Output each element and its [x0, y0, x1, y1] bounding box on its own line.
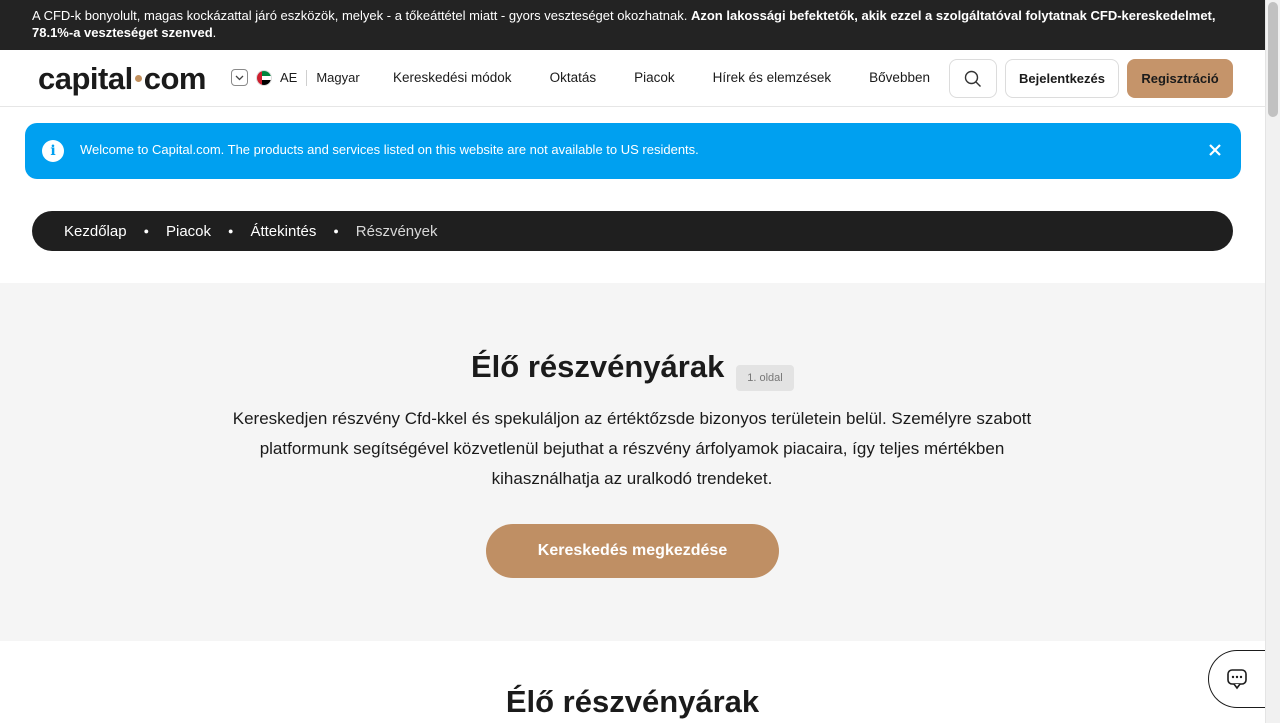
site-header: capital com AE Magyar Kereskedési módok O… [0, 50, 1265, 107]
nav-item-more[interactable]: Bővebben [869, 70, 930, 85]
capital-logo[interactable]: capital com [38, 61, 206, 97]
breadcrumb-separator: ● [333, 226, 339, 236]
breadcrumb-current-stocks: Részvények [355, 222, 438, 240]
close-icon[interactable] [1209, 139, 1221, 162]
breadcrumb-markets[interactable]: Piacok [166, 223, 211, 240]
page-title: Élő részvényárak [471, 349, 725, 384]
main-nav: Kereskedési módok Oktatás Piacok Hírek é… [393, 70, 930, 85]
notice-text: Welcome to Capital.com. The products and… [80, 142, 699, 157]
chevron-down-icon[interactable] [231, 69, 248, 86]
breadcrumb-overview[interactable]: Áttekintés [250, 223, 316, 240]
start-trading-button[interactable]: Kereskedés megkezdése [486, 524, 779, 578]
region-code: AE [280, 70, 298, 85]
search-button[interactable] [949, 59, 997, 98]
logo-text-left: capital [38, 61, 133, 96]
info-icon: i [42, 140, 64, 162]
nav-item-news-analysis[interactable]: Hírek és elemzések [713, 70, 832, 85]
nav-item-education[interactable]: Oktatás [550, 70, 597, 85]
nav-item-trading-modes[interactable]: Kereskedési módok [393, 70, 512, 85]
region-selector[interactable]: AE Magyar [231, 69, 360, 86]
risk-warning-text: A CFD-k bonyolult, magas kockázattal jár… [32, 8, 691, 23]
scrollbar-thumb[interactable] [1268, 2, 1278, 117]
logo-dot [134, 75, 142, 83]
section-title: Élő részvényárak [505, 684, 760, 719]
register-button[interactable]: Regisztráció [1127, 59, 1233, 98]
us-residents-notice: i Welcome to Capital.com. The products a… [25, 123, 1241, 179]
page-scrollbar[interactable] [1265, 0, 1280, 723]
hero-description: Kereskedjen részvény Cfd-kkel és spekulá… [232, 409, 1032, 488]
breadcrumb-separator: ● [228, 226, 234, 236]
login-button[interactable]: Bejelentkezés [1005, 59, 1119, 98]
hero-section: Élő részvényárak 1. oldal Kereskedjen ré… [0, 283, 1265, 641]
page-number-badge: 1. oldal [736, 365, 794, 391]
risk-warning-bar: A CFD-k bonyolult, magas kockázattal jár… [0, 0, 1265, 50]
breadcrumb-separator: ● [143, 226, 149, 236]
logo-text-right: com [143, 61, 207, 96]
chat-icon [1227, 669, 1247, 690]
breadcrumb: Kezdőlap ● Piacok ● Áttekintés ● Részvén… [32, 211, 1233, 251]
search-icon [964, 70, 981, 87]
breadcrumb-home[interactable]: Kezdőlap [64, 223, 127, 240]
language-label[interactable]: Magyar [316, 70, 359, 85]
risk-warning-tail: . [212, 25, 217, 40]
region-divider [306, 69, 308, 86]
uae-flag-icon [256, 69, 272, 86]
nav-item-markets[interactable]: Piacok [634, 70, 675, 85]
